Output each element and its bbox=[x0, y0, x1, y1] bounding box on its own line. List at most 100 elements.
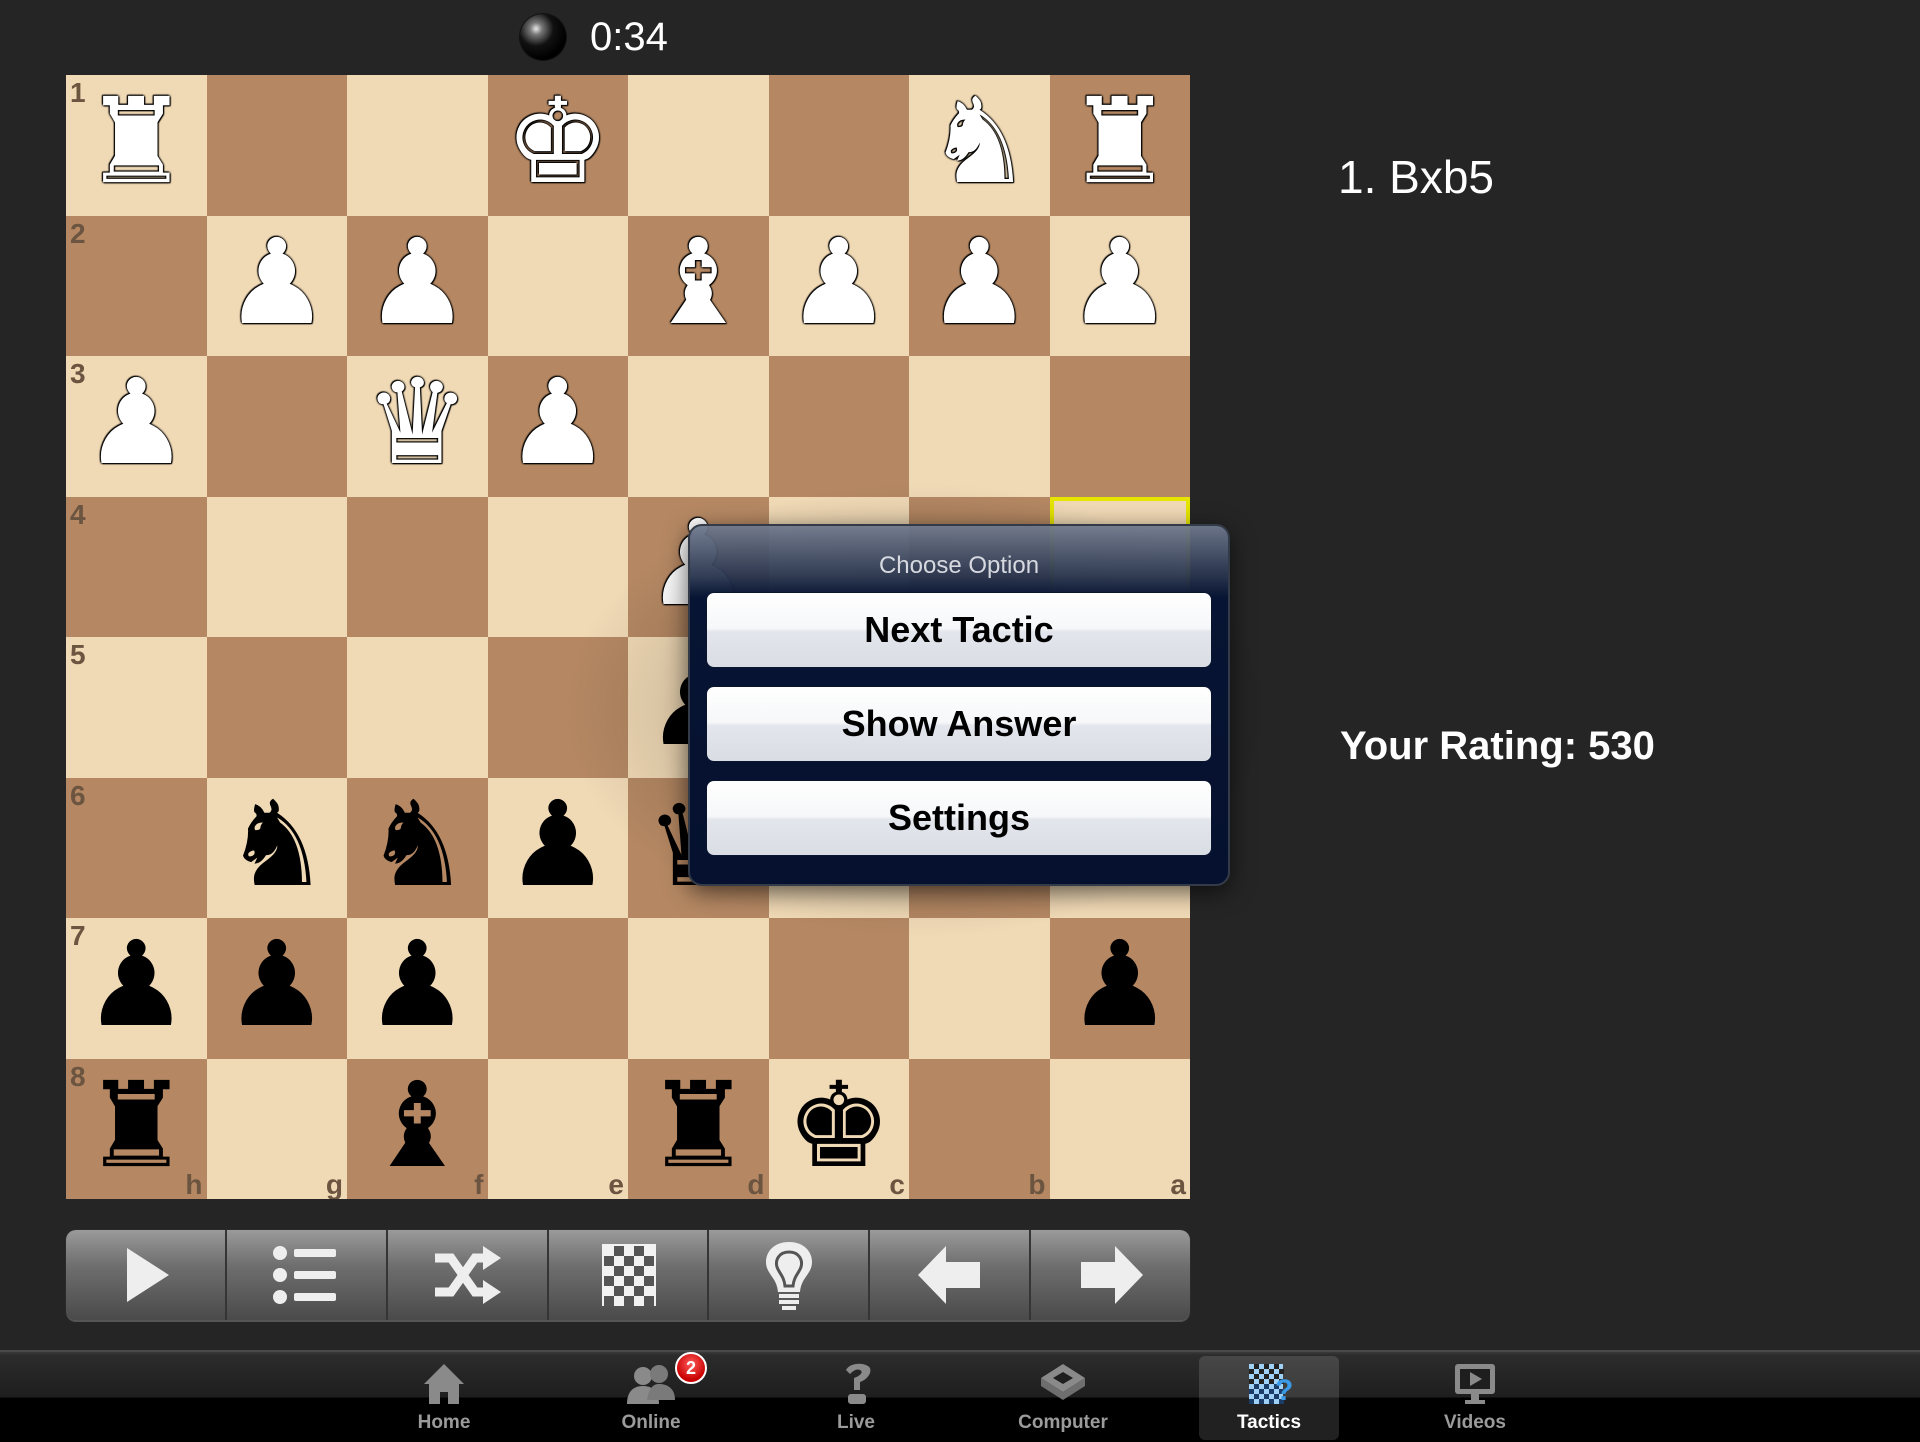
square-f5[interactable] bbox=[347, 637, 488, 778]
square-g5[interactable] bbox=[206, 637, 347, 778]
square-a7[interactable]: ♟ bbox=[1049, 918, 1190, 1059]
square-a8[interactable]: a bbox=[1049, 1058, 1190, 1199]
play-button[interactable] bbox=[66, 1230, 227, 1320]
white-bishop-icon[interactable]: ♝ bbox=[645, 223, 751, 341]
rank-label: 2 bbox=[70, 217, 86, 249]
white-queen-icon[interactable]: ♛ bbox=[364, 363, 470, 481]
black-pawn-icon[interactable]: ♟ bbox=[1067, 925, 1173, 1043]
white-pawn-icon[interactable]: ♟ bbox=[364, 223, 470, 341]
white-pawn-icon[interactable]: ♟ bbox=[224, 223, 330, 341]
square-g1[interactable] bbox=[206, 75, 347, 216]
flip-board-icon bbox=[602, 1244, 656, 1306]
square-e3[interactable]: ♟ bbox=[487, 356, 628, 497]
white-pawn-icon[interactable]: ♟ bbox=[505, 363, 611, 481]
white-knight-icon[interactable]: ♞ bbox=[926, 82, 1032, 200]
black-bishop-icon[interactable]: ♝ bbox=[364, 1066, 470, 1184]
white-pawn-icon[interactable]: ♟ bbox=[83, 363, 189, 481]
black-knight-icon[interactable]: ♞ bbox=[224, 785, 330, 903]
square-f4[interactable] bbox=[347, 496, 488, 637]
white-pawn-icon[interactable]: ♟ bbox=[786, 223, 892, 341]
square-a1[interactable]: ♜ bbox=[1049, 75, 1190, 216]
square-e2[interactable] bbox=[487, 215, 628, 356]
square-d3[interactable] bbox=[628, 356, 769, 497]
tab-home[interactable]: Home bbox=[374, 1356, 514, 1440]
shuffle-button[interactable] bbox=[388, 1230, 549, 1320]
black-rook-icon[interactable]: ♜ bbox=[645, 1066, 751, 1184]
black-king-icon[interactable]: ♚ bbox=[786, 1066, 892, 1184]
square-f7[interactable]: ♟ bbox=[347, 918, 488, 1059]
tab-live-label: Live bbox=[836, 1412, 876, 1433]
file-label: h bbox=[185, 1169, 203, 1199]
square-h7[interactable]: 7 ♟ bbox=[66, 918, 207, 1059]
square-f1[interactable] bbox=[347, 75, 488, 216]
square-g7[interactable]: ♟ bbox=[206, 918, 347, 1059]
svg-text:?: ? bbox=[1275, 1374, 1293, 1406]
square-e5[interactable] bbox=[487, 637, 628, 778]
square-f6[interactable]: ♞ bbox=[347, 777, 488, 918]
file-label: f bbox=[474, 1169, 484, 1199]
black-knight-icon[interactable]: ♞ bbox=[364, 785, 470, 903]
square-a2[interactable]: ♟ bbox=[1049, 215, 1190, 356]
square-c1[interactable] bbox=[768, 75, 909, 216]
square-b7[interactable] bbox=[909, 918, 1050, 1059]
settings-button[interactable]: Settings bbox=[706, 780, 1212, 856]
tab-computer[interactable]: Computer bbox=[993, 1356, 1133, 1440]
square-b8[interactable]: b bbox=[909, 1058, 1050, 1199]
tab-videos[interactable]: Videos bbox=[1405, 1356, 1545, 1440]
square-e7[interactable] bbox=[487, 918, 628, 1059]
black-pawn-icon[interactable]: ♟ bbox=[505, 785, 611, 903]
square-h5[interactable]: 5 bbox=[66, 637, 207, 778]
white-rook-icon[interactable]: ♜ bbox=[1067, 82, 1173, 200]
white-king-icon[interactable]: ♚ bbox=[505, 82, 611, 200]
square-c3[interactable] bbox=[768, 356, 909, 497]
white-pawn-icon[interactable]: ♟ bbox=[1067, 223, 1173, 341]
white-pawn-icon[interactable]: ♟ bbox=[926, 223, 1032, 341]
square-e4[interactable] bbox=[487, 496, 628, 637]
square-e8[interactable]: e bbox=[487, 1058, 628, 1199]
square-d7[interactable] bbox=[628, 918, 769, 1059]
next-tactic-button[interactable]: Next Tactic bbox=[706, 592, 1212, 668]
square-h4[interactable]: 4 bbox=[66, 496, 207, 637]
move-notation[interactable]: 1. Bxb5 bbox=[1338, 150, 1494, 204]
square-b2[interactable]: ♟ bbox=[909, 215, 1050, 356]
square-e1[interactable]: ♚ bbox=[487, 75, 628, 216]
square-b3[interactable] bbox=[909, 356, 1050, 497]
square-g8[interactable]: g bbox=[206, 1058, 347, 1199]
square-c8[interactable]: c ♚ bbox=[768, 1058, 909, 1199]
black-pawn-icon[interactable]: ♟ bbox=[224, 925, 330, 1043]
hint-button[interactable] bbox=[709, 1230, 871, 1320]
square-g4[interactable] bbox=[206, 496, 347, 637]
square-h6[interactable]: 6 bbox=[66, 777, 207, 918]
square-h1[interactable]: 1 ♜ bbox=[66, 75, 207, 216]
square-d1[interactable] bbox=[628, 75, 769, 216]
square-h3[interactable]: 3 ♟ bbox=[66, 356, 207, 497]
tab-live[interactable]: Live bbox=[786, 1356, 926, 1440]
square-f2[interactable]: ♟ bbox=[347, 215, 488, 356]
move-list-button[interactable] bbox=[227, 1230, 388, 1320]
square-f3[interactable]: ♛ bbox=[347, 356, 488, 497]
white-rook-icon[interactable]: ♜ bbox=[83, 82, 189, 200]
square-d2[interactable]: ♝ bbox=[628, 215, 769, 356]
square-g2[interactable]: ♟ bbox=[206, 215, 347, 356]
black-pawn-icon[interactable]: ♟ bbox=[83, 925, 189, 1043]
square-h8[interactable]: 8 h ♜ bbox=[66, 1058, 207, 1199]
square-e6[interactable]: ♟ bbox=[487, 777, 628, 918]
square-g3[interactable] bbox=[206, 356, 347, 497]
flip-board-button[interactable] bbox=[549, 1230, 710, 1320]
show-answer-button[interactable]: Show Answer bbox=[706, 686, 1212, 762]
tab-tactics[interactable]: ? Tactics bbox=[1199, 1356, 1339, 1440]
black-rook-icon[interactable]: ♜ bbox=[83, 1066, 189, 1184]
tab-online[interactable]: 2 Online bbox=[581, 1352, 721, 1440]
back-button[interactable] bbox=[870, 1230, 1032, 1320]
square-a3[interactable] bbox=[1049, 356, 1190, 497]
square-b1[interactable]: ♞ bbox=[909, 75, 1050, 216]
square-c2[interactable]: ♟ bbox=[768, 215, 909, 356]
square-c7[interactable] bbox=[768, 918, 909, 1059]
square-h2[interactable]: 2 bbox=[66, 215, 207, 356]
black-pawn-icon[interactable]: ♟ bbox=[364, 925, 470, 1043]
square-f8[interactable]: f ♝ bbox=[347, 1058, 488, 1199]
square-g6[interactable]: ♞ bbox=[206, 777, 347, 918]
back-arrow-icon bbox=[917, 1246, 980, 1304]
forward-button[interactable] bbox=[1031, 1230, 1190, 1320]
square-d8[interactable]: d ♜ bbox=[628, 1058, 769, 1199]
